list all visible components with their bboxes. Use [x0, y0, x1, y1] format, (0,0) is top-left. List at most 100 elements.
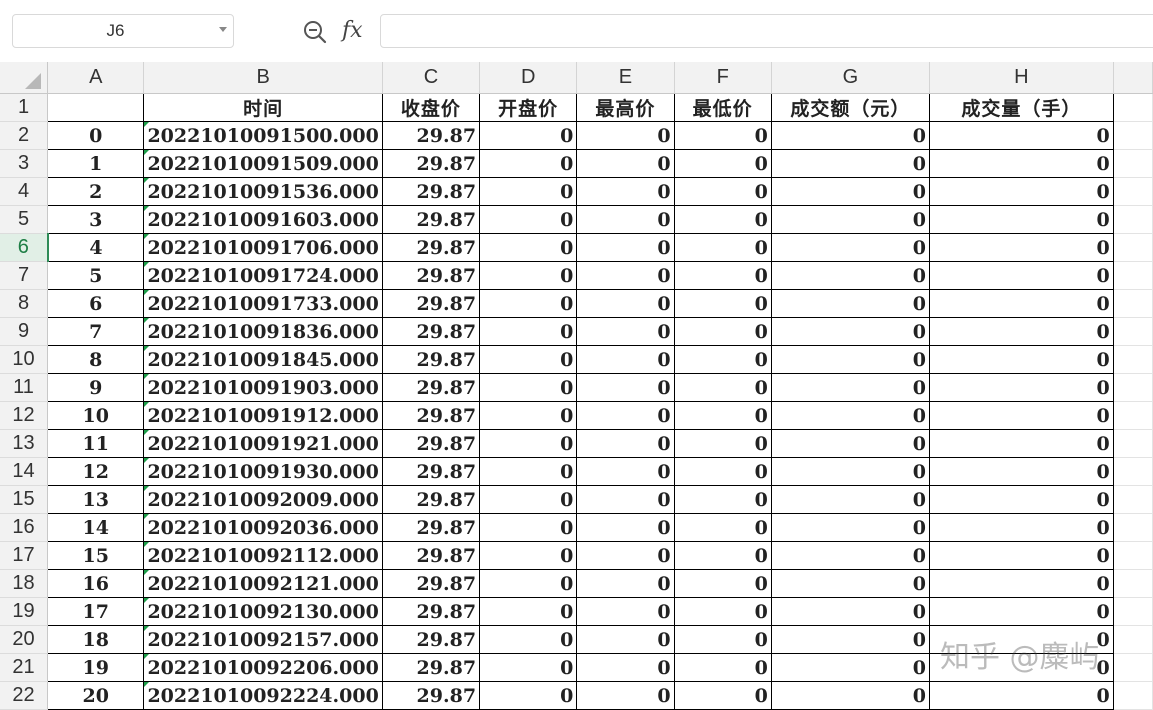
value-cell[interactable]: 0: [576, 625, 675, 654]
time-cell[interactable]: 20221010091536.000: [143, 177, 383, 206]
index-cell[interactable]: 3: [47, 205, 145, 234]
header-cell[interactable]: 开盘价: [479, 93, 578, 122]
value-cell[interactable]: 0: [674, 681, 772, 710]
value-cell[interactable]: 0: [479, 373, 578, 402]
value-cell[interactable]: 0: [674, 205, 772, 234]
value-cell[interactable]: 29.87: [382, 121, 481, 150]
index-cell[interactable]: 4: [47, 233, 145, 262]
empty-cell[interactable]: [1113, 345, 1153, 374]
column-header-d[interactable]: D: [479, 62, 578, 94]
value-cell[interactable]: 0: [771, 121, 931, 150]
value-cell[interactable]: 29.87: [382, 457, 481, 486]
value-cell[interactable]: 0: [674, 121, 772, 150]
index-cell[interactable]: 18: [47, 625, 145, 654]
value-cell[interactable]: 0: [479, 625, 578, 654]
empty-cell[interactable]: [1113, 513, 1153, 542]
value-cell[interactable]: 0: [576, 233, 675, 262]
value-cell[interactable]: 0: [929, 121, 1114, 150]
value-cell[interactable]: 0: [674, 373, 772, 402]
index-cell[interactable]: 11: [47, 429, 145, 458]
value-cell[interactable]: 0: [929, 373, 1114, 402]
index-cell[interactable]: 5: [47, 261, 145, 290]
time-cell[interactable]: 20221010091921.000: [143, 429, 383, 458]
value-cell[interactable]: 29.87: [382, 205, 481, 234]
row-header[interactable]: 13: [0, 429, 49, 458]
column-header-e[interactable]: E: [576, 62, 675, 94]
value-cell[interactable]: 0: [479, 121, 578, 150]
row-header[interactable]: 18: [0, 569, 49, 598]
value-cell[interactable]: 0: [479, 513, 578, 542]
value-cell[interactable]: 0: [576, 541, 675, 570]
value-cell[interactable]: 0: [771, 149, 931, 178]
column-header-g[interactable]: G: [771, 62, 931, 94]
time-cell[interactable]: 20221010091733.000: [143, 289, 383, 318]
value-cell[interactable]: 0: [929, 345, 1114, 374]
value-cell[interactable]: 0: [929, 149, 1114, 178]
empty-cell[interactable]: [1113, 317, 1153, 346]
header-cell[interactable]: 成交额（元）: [771, 93, 931, 122]
value-cell[interactable]: 0: [576, 401, 675, 430]
time-cell[interactable]: 20221010091500.000: [143, 121, 383, 150]
value-cell[interactable]: 29.87: [382, 485, 481, 514]
index-cell[interactable]: 9: [47, 373, 145, 402]
value-cell[interactable]: 0: [771, 457, 931, 486]
time-cell[interactable]: 20221010092121.000: [143, 569, 383, 598]
value-cell[interactable]: 0: [771, 373, 931, 402]
value-cell[interactable]: 0: [674, 345, 772, 374]
empty-cell[interactable]: [1113, 597, 1153, 626]
value-cell[interactable]: 0: [771, 429, 931, 458]
value-cell[interactable]: 0: [479, 429, 578, 458]
column-header-f[interactable]: F: [674, 62, 772, 94]
row-header[interactable]: 16: [0, 513, 49, 542]
time-cell[interactable]: 20221010091509.000: [143, 149, 383, 178]
value-cell[interactable]: 0: [929, 233, 1114, 262]
time-cell[interactable]: 20221010092157.000: [143, 625, 383, 654]
value-cell[interactable]: 0: [771, 569, 931, 598]
value-cell[interactable]: 0: [674, 457, 772, 486]
time-cell[interactable]: 20221010091912.000: [143, 401, 383, 430]
value-cell[interactable]: 0: [674, 149, 772, 178]
value-cell[interactable]: 0: [771, 597, 931, 626]
value-cell[interactable]: 0: [576, 121, 675, 150]
value-cell[interactable]: 0: [576, 457, 675, 486]
row-header[interactable]: 4: [0, 177, 49, 206]
column-header-c[interactable]: C: [382, 62, 481, 94]
index-cell[interactable]: 6: [47, 289, 145, 318]
value-cell[interactable]: 0: [771, 653, 931, 682]
value-cell[interactable]: 0: [929, 485, 1114, 514]
row-header[interactable]: 21: [0, 653, 49, 682]
value-cell[interactable]: 0: [576, 485, 675, 514]
value-cell[interactable]: 0: [576, 289, 675, 318]
chevron-down-icon[interactable]: [219, 27, 227, 32]
empty-cell[interactable]: [1113, 429, 1153, 458]
time-cell[interactable]: 20221010092206.000: [143, 653, 383, 682]
value-cell[interactable]: 29.87: [382, 401, 481, 430]
header-cell[interactable]: 成交量（手）: [929, 93, 1114, 122]
value-cell[interactable]: 0: [479, 289, 578, 318]
value-cell[interactable]: 0: [771, 177, 931, 206]
value-cell[interactable]: 29.87: [382, 653, 481, 682]
column-header-a[interactable]: A: [47, 62, 145, 94]
value-cell[interactable]: 0: [479, 345, 578, 374]
value-cell[interactable]: 0: [479, 653, 578, 682]
value-cell[interactable]: 0: [576, 149, 675, 178]
row-header[interactable]: 20: [0, 625, 49, 654]
value-cell[interactable]: 0: [771, 289, 931, 318]
index-cell[interactable]: 17: [47, 597, 145, 626]
empty-cell[interactable]: [1113, 401, 1153, 430]
value-cell[interactable]: 29.87: [382, 317, 481, 346]
empty-cell[interactable]: [1113, 289, 1153, 318]
index-cell[interactable]: 20: [47, 681, 145, 710]
column-header-h[interactable]: H: [929, 62, 1114, 94]
value-cell[interactable]: 0: [674, 261, 772, 290]
value-cell[interactable]: 0: [674, 233, 772, 262]
value-cell[interactable]: 0: [674, 653, 772, 682]
value-cell[interactable]: 0: [479, 541, 578, 570]
time-cell[interactable]: 20221010091903.000: [143, 373, 383, 402]
value-cell[interactable]: 0: [929, 261, 1114, 290]
value-cell[interactable]: 29.87: [382, 569, 481, 598]
value-cell[interactable]: 0: [479, 401, 578, 430]
empty-cell[interactable]: [1113, 149, 1153, 178]
value-cell[interactable]: 0: [929, 513, 1114, 542]
value-cell[interactable]: 0: [771, 485, 931, 514]
